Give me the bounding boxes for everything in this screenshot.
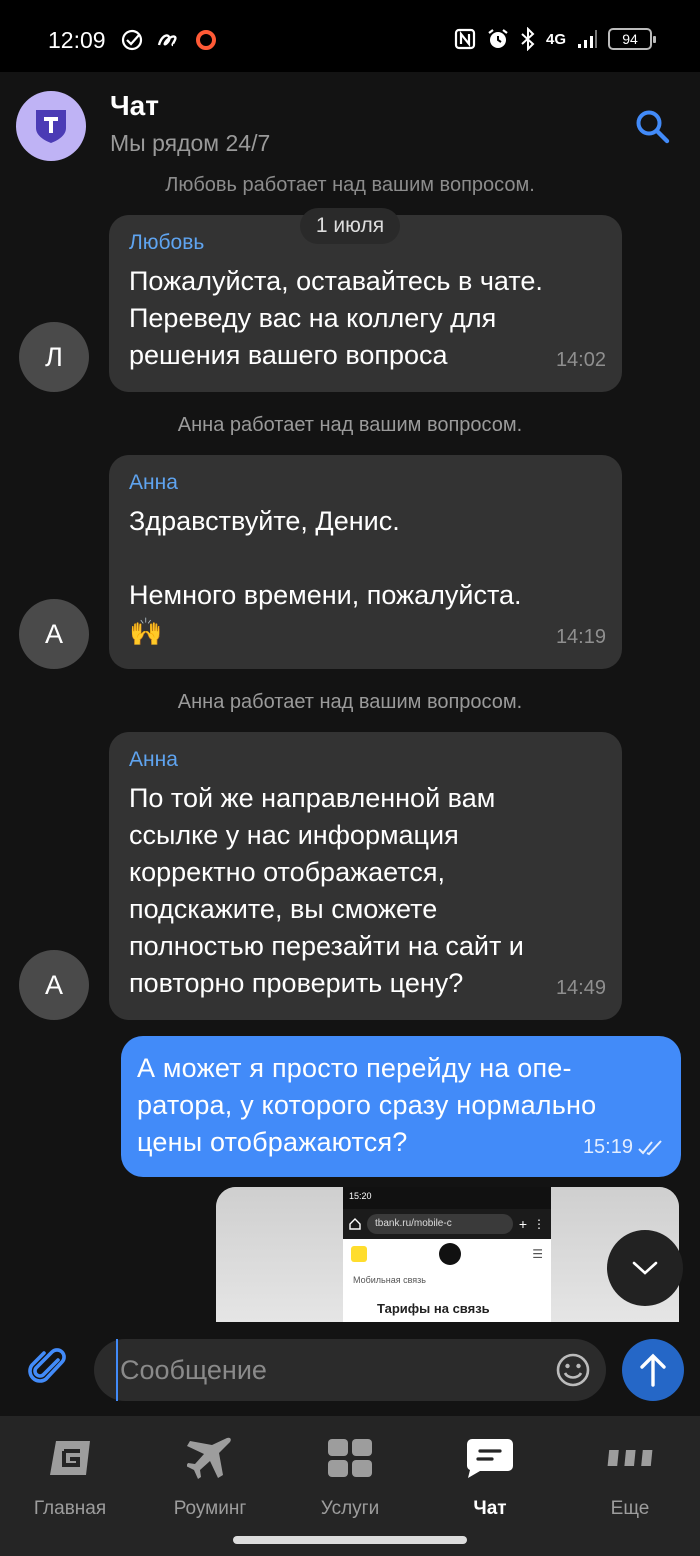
page-title: Чат	[110, 90, 159, 121]
preview-logo	[351, 1246, 367, 1262]
camera-dot-icon	[438, 1243, 461, 1265]
message-list[interactable]: Любовь работает над вашим вопросом. 1 ию…	[0, 172, 700, 1322]
emoji-icon[interactable]	[555, 1352, 591, 1388]
preview-heading: Тарифы на связь	[377, 1301, 490, 1316]
record-icon	[196, 30, 216, 50]
message-emoji: 🙌	[129, 617, 163, 647]
double-check-icon	[638, 1139, 662, 1155]
more-icon	[607, 1450, 653, 1466]
bottom-tab-bar: Главная Роуминг Услуги Чат Еще	[0, 1416, 700, 1526]
home-icon	[50, 1441, 90, 1475]
message-author: Анна	[129, 748, 178, 771]
alarm-icon	[488, 29, 508, 48]
signal-icon	[578, 30, 597, 48]
message-input[interactable]	[116, 1339, 536, 1401]
incoming-message[interactable]: Анна Здравствуйте, Денис. Немного времен…	[109, 455, 622, 669]
attach-icon[interactable]	[28, 1346, 70, 1388]
system-message: Любовь работает над вашим вопросом.	[165, 174, 535, 196]
search-icon[interactable]	[634, 108, 670, 144]
outgoing-message[interactable]: А может я просто перейду на опе-ратора, …	[121, 1036, 681, 1177]
arrow-up-icon	[640, 1353, 666, 1387]
tab-chat[interactable]: Чат	[420, 1416, 560, 1526]
grid-icon	[328, 1439, 372, 1477]
chevron-down-icon	[632, 1261, 658, 1275]
airplane-icon	[187, 1437, 231, 1479]
tab-home[interactable]: Главная	[0, 1416, 140, 1526]
composer	[0, 1322, 700, 1416]
app-notification-icon	[157, 34, 177, 47]
check-circle-icon	[121, 29, 143, 51]
preview-breadcrumb: Мобильная связь	[353, 1275, 426, 1285]
tab-roaming[interactable]: Роуминг	[140, 1416, 280, 1526]
incoming-message[interactable]: Анна По той же направленной вам ссылке у…	[109, 732, 622, 1020]
home-icon	[349, 1218, 361, 1230]
date-separator: 1 июля	[300, 208, 400, 244]
nfc-icon	[454, 28, 476, 50]
page-subtitle: Мы рядом 24/7	[110, 130, 271, 156]
preview-url: tbank.ru/mobile-c	[367, 1214, 513, 1234]
menu-icon: ☰	[532, 1247, 543, 1261]
message-text: По той же направленной вам ссылке у нас …	[129, 783, 524, 998]
avatar[interactable]: Л	[19, 322, 89, 392]
chat-header: Чат Мы рядом 24/7	[0, 72, 700, 182]
system-message: Анна работает над вашим вопросом.	[177, 414, 523, 436]
bank-avatar[interactable]	[16, 91, 86, 161]
network-type: 4G	[545, 30, 566, 48]
more-vert-icon: ⋮	[533, 1217, 545, 1231]
tab-more[interactable]: Еще	[560, 1416, 700, 1526]
message-text: Здравствуйте, Денис. Немного времени, по…	[129, 506, 522, 610]
avatar[interactable]: А	[19, 599, 89, 669]
message-text: Пожалуйста, оставайтесь в чате. Переведу…	[129, 266, 543, 370]
status-bar: 12:09 4G 94	[0, 0, 700, 72]
system-navigation	[0, 1526, 700, 1556]
scroll-down-button[interactable]	[607, 1230, 683, 1306]
status-time: 12:09	[48, 27, 106, 53]
home-indicator[interactable]	[233, 1536, 467, 1544]
message-time: 14:49	[555, 977, 606, 999]
message-time: 14:19	[555, 626, 606, 648]
plus-icon: +	[518, 1216, 527, 1232]
message-input-container[interactable]	[94, 1339, 606, 1401]
battery-indicator: 94	[608, 28, 656, 50]
avatar[interactable]: А	[19, 950, 89, 1020]
message-time: 15:19	[583, 1136, 665, 1159]
bluetooth-icon	[521, 27, 535, 51]
message-author: Анна	[129, 471, 178, 494]
tab-services[interactable]: Услуги	[280, 1416, 420, 1526]
shield-logo-icon	[36, 110, 66, 143]
system-message: Анна работает над вашим вопросом.	[177, 691, 523, 713]
send-button[interactable]	[622, 1339, 684, 1401]
preview-status-bar: 15:20	[343, 1187, 551, 1209]
chat-icon	[467, 1439, 513, 1478]
message-time: 14:02	[555, 349, 606, 371]
screenshot-preview: 15:20 tbank.ru/mobile-c + ⋮ ☰ Мобильная …	[343, 1187, 551, 1322]
